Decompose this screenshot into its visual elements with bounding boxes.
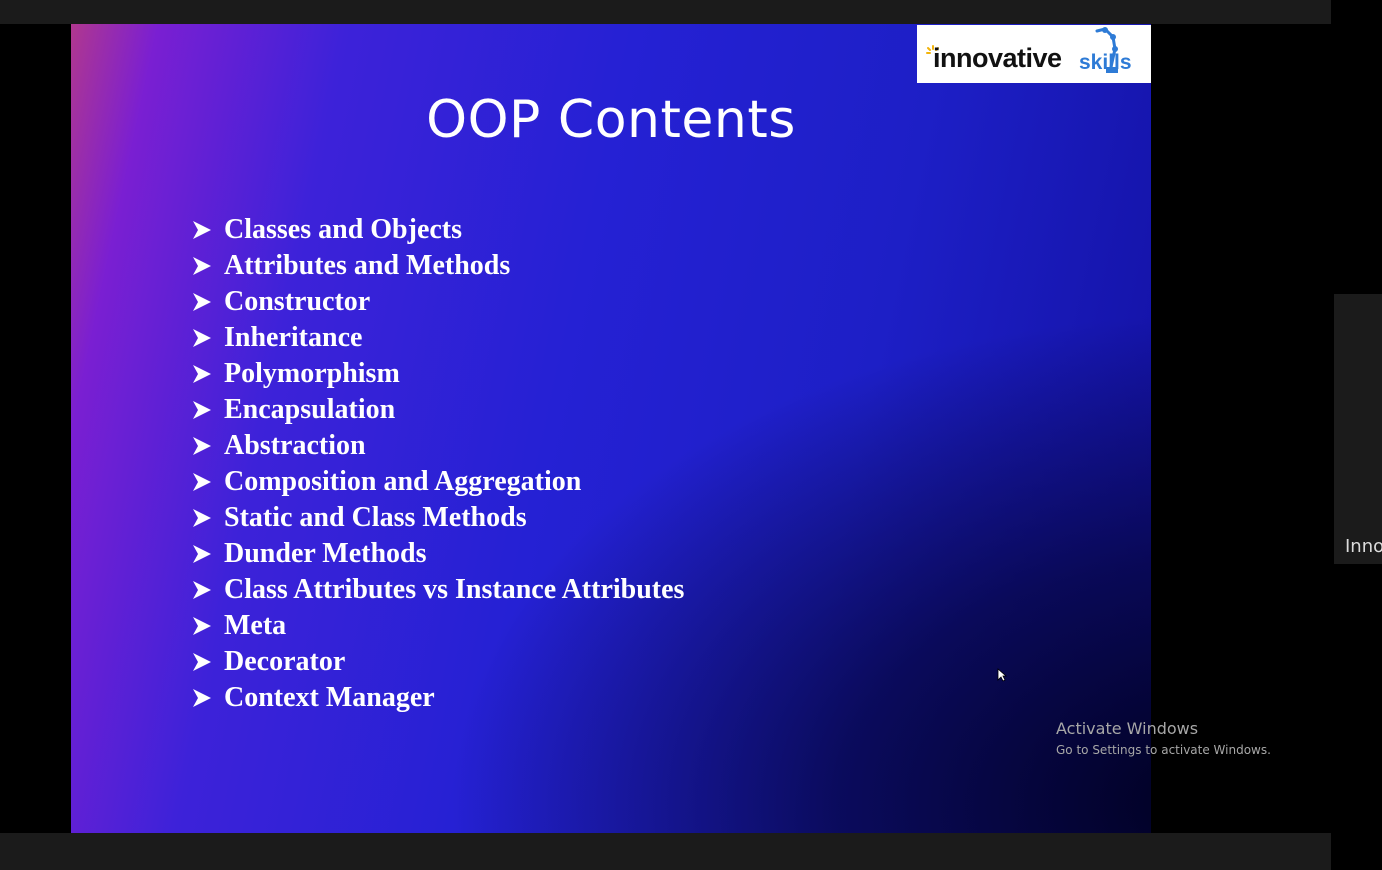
arrow-bullet-icon [193, 617, 211, 635]
participant-name: Inno [1345, 536, 1382, 557]
list-item: Constructor [191, 284, 684, 320]
arrow-bullet-icon [193, 329, 211, 347]
list-item-label: Static and Class Methods [224, 502, 527, 533]
top-bar [0, 0, 1331, 24]
list-item: Composition and Aggregation [191, 464, 684, 500]
list-item: Encapsulation [191, 392, 684, 428]
arrow-bullet-icon [193, 293, 211, 311]
list-item-label: Attributes and Methods [224, 250, 511, 281]
activate-windows-subtitle: Go to Settings to activate Windows. [1056, 743, 1271, 757]
arrow-bullet-icon [193, 581, 211, 599]
slide-title: OOP Contents [426, 90, 796, 150]
arrow-bullet-icon [193, 257, 211, 275]
arrow-bullet-icon [193, 545, 211, 563]
list-item-label: Dunder Methods [224, 538, 427, 569]
list-item: Static and Class Methods [191, 500, 684, 536]
arrow-bullet-icon [193, 401, 211, 419]
list-item-label: Decorator [224, 646, 346, 677]
logo-text-primary: innovative [933, 43, 1062, 73]
list-item: Classes and Objects [191, 212, 684, 248]
activate-windows-title: Activate Windows [1056, 719, 1199, 738]
list-item-label: Meta [224, 610, 287, 641]
participant-side-panel[interactable]: Inno [1334, 294, 1382, 564]
list-item-label: Abstraction [224, 430, 366, 461]
presentation-slide: innovative skills OOP Contents Classes a… [71, 24, 1151, 833]
list-item: Abstraction [191, 428, 684, 464]
mouse-cursor-icon [997, 668, 1007, 682]
topic-list: Classes and Objects Attributes and Metho… [191, 212, 684, 716]
list-item-label: Inheritance [224, 322, 363, 353]
list-item-label: Context Manager [224, 682, 435, 713]
list-item: Dunder Methods [191, 536, 684, 572]
list-item: Class Attributes vs Instance Attributes [191, 572, 684, 608]
arrow-bullet-icon [193, 437, 211, 455]
arrow-bullet-icon [193, 221, 211, 239]
list-item-label: Constructor [224, 286, 371, 317]
list-item-label: Encapsulation [224, 394, 396, 425]
list-item: Context Manager [191, 680, 684, 716]
list-item-label: Polymorphism [224, 358, 400, 389]
list-item-label: Composition and Aggregation [224, 466, 582, 497]
robot-arm-icon [1095, 27, 1118, 73]
list-item-label: Class Attributes vs Instance Attributes [224, 574, 685, 605]
list-item-label: Classes and Objects [224, 214, 463, 245]
list-item: Meta [191, 608, 684, 644]
list-item: Inheritance [191, 320, 684, 356]
bottom-bar [0, 833, 1331, 870]
list-item: Attributes and Methods [191, 248, 684, 284]
arrow-bullet-icon [193, 365, 211, 383]
arrow-bullet-icon [193, 689, 211, 707]
list-item: Decorator [191, 644, 684, 680]
arrow-bullet-icon [193, 653, 211, 671]
arrow-bullet-icon [193, 473, 211, 491]
arrow-bullet-icon [193, 509, 211, 527]
innovative-skills-logo: innovative skills [917, 25, 1151, 83]
activate-windows-watermark: Activate Windows Go to Settings to activ… [1056, 719, 1271, 759]
list-item: Polymorphism [191, 356, 684, 392]
